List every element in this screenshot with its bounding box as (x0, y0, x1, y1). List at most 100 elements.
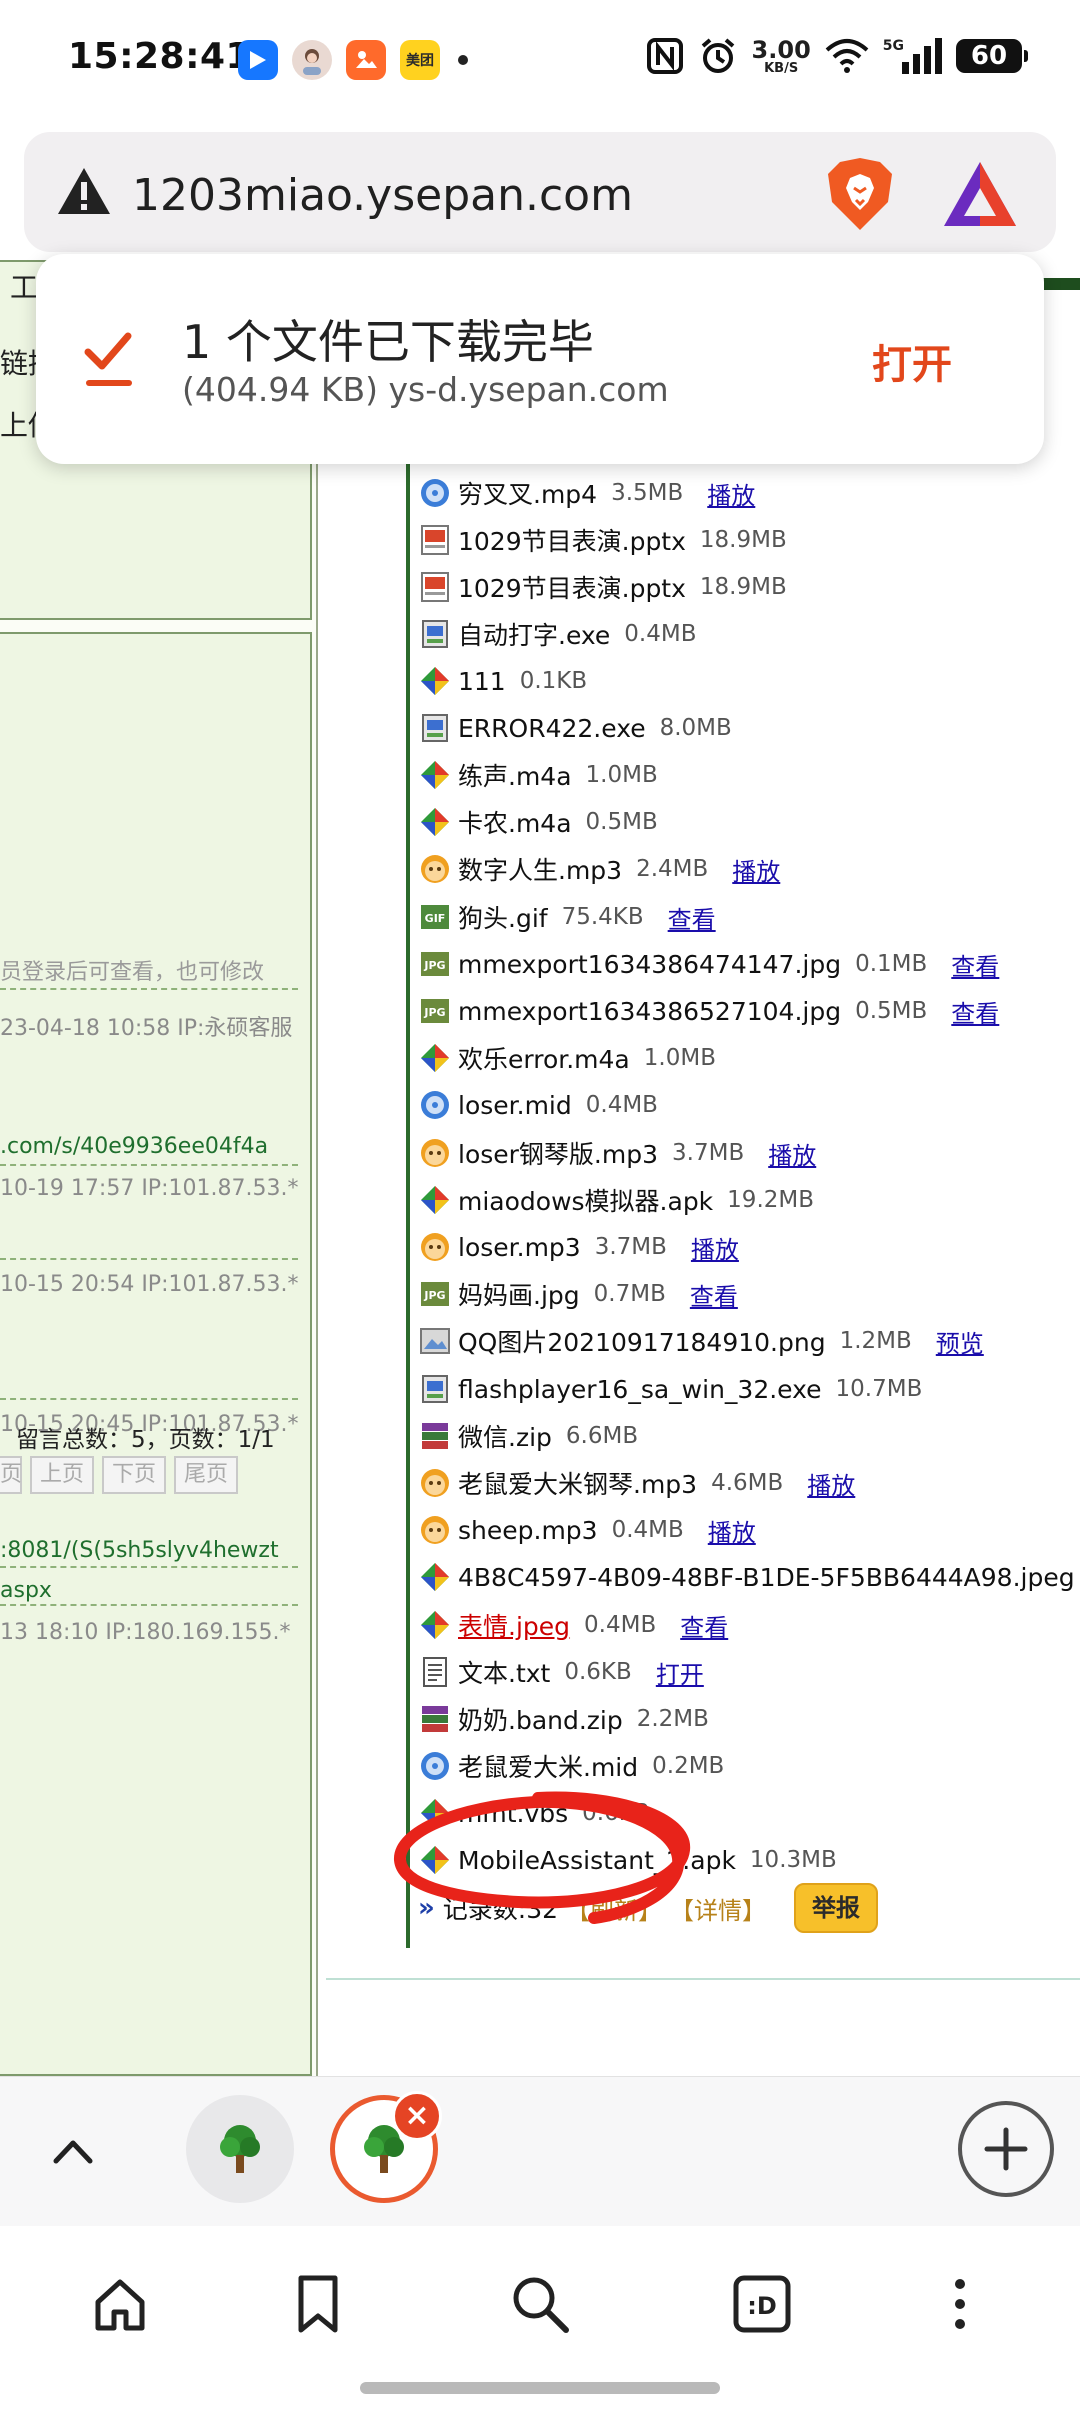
file-row: 穷叉叉.mp4 3.5MB 播放 (418, 470, 755, 516)
file-row: mmt.vbs 0.6KB (418, 1790, 650, 1836)
pager-next-button[interactable]: 下页 (102, 1456, 167, 1494)
file-name-link[interactable]: 欢乐error.m4a (458, 1040, 630, 1076)
avatar-app-icon (292, 40, 332, 80)
refresh-link[interactable]: 【刷新】 (566, 1891, 662, 1926)
pager-prev-button[interactable]: 上页 (30, 1456, 95, 1494)
url-bar[interactable]: 1203miao.ysepan.com (24, 132, 1056, 252)
message-meta: 23-04-18 10:58 IP:永硕客服 (0, 1016, 293, 1041)
file-name-link[interactable]: 奶奶.band.zip (458, 1701, 623, 1737)
file-name-link[interactable]: 练声.m4a (458, 757, 572, 793)
file-action-link[interactable]: 播放 (708, 1513, 756, 1548)
file-name-link[interactable]: 文本.txt (458, 1654, 550, 1690)
pager-first-button[interactable]: 页 (0, 1456, 22, 1494)
file-name-link[interactable]: QQ图片20210917184910.png (458, 1323, 826, 1359)
open-download-button[interactable]: 打开 (872, 332, 952, 390)
file-name-link[interactable]: flashplayer16_sa_win_32.exe (458, 1375, 822, 1404)
file-name-link[interactable]: 微信.zip (458, 1418, 552, 1454)
file-action-link[interactable]: 查看 (680, 1608, 728, 1643)
jpg-file-icon: JPG (418, 1277, 452, 1311)
file-size: 0.1MB (855, 951, 928, 977)
tree-favicon-icon (220, 2125, 260, 2173)
message-total: 留言总数：5，页数：1/1 (16, 1427, 275, 1453)
meituan-app-icon: 美团 (400, 40, 440, 80)
file-name-link[interactable]: loser.mp3 (458, 1233, 581, 1262)
more-icon (955, 2279, 965, 2329)
bookmarks-button[interactable] (278, 2264, 358, 2344)
brave-shields-icon[interactable] (824, 156, 896, 232)
file-name-link[interactable]: 老鼠爱大米.mid (458, 1748, 638, 1784)
file-name-link[interactable]: MobileAssistant_2.apk (458, 1846, 736, 1875)
file-row: flashplayer16_sa_win_32.exe 10.7MB (418, 1366, 922, 1412)
brave-rewards-icon[interactable] (942, 158, 1018, 230)
file-name-link[interactable]: miaodows模拟器.apk (458, 1182, 713, 1218)
message-link[interactable]: .com/s/40e9936ee04f4a (0, 1134, 298, 1159)
search-button[interactable] (500, 2264, 580, 2344)
file-name-link[interactable]: sheep.mp3 (458, 1516, 598, 1545)
file-name-link[interactable]: mmt.vbs (458, 1799, 568, 1828)
file-action-link[interactable]: 播放 (768, 1136, 816, 1171)
file-name-link[interactable]: 111 (458, 667, 506, 696)
message-link[interactable]: :8081/(S(5sh5slyv4hewzt (0, 1538, 298, 1563)
file-row: JPG mmexport1634386527104.jpg 0.5MB 查看 (418, 988, 999, 1034)
file-name-link[interactable]: loser钢琴版.mp3 (458, 1135, 658, 1171)
chevron-up-icon[interactable] (48, 2127, 98, 2177)
file-name-link[interactable]: 狗头.gif (458, 899, 548, 935)
battery-indicator: 60 (956, 39, 1028, 73)
file-size: 0.2MB (652, 1753, 725, 1779)
file-name-link[interactable]: 妈妈画.jpg (458, 1276, 580, 1312)
file-action-link[interactable]: 播放 (807, 1466, 855, 1501)
new-tab-button[interactable] (958, 2101, 1054, 2197)
tabs-button[interactable]: :D (722, 2264, 802, 2344)
video-file-icon (418, 1088, 452, 1122)
file-row: QQ图片20210917184910.png 1.2MB 预览 (418, 1318, 984, 1364)
url-text[interactable]: 1203miao.ysepan.com (132, 170, 633, 221)
file-name-link[interactable]: 表情.jpeg (458, 1607, 570, 1643)
file-action-link[interactable]: 播放 (691, 1230, 739, 1265)
cell-signal-icon: 5G (883, 38, 942, 74)
report-button[interactable]: 举报 (794, 1883, 879, 1933)
pager-last-button[interactable]: 尾页 (174, 1456, 239, 1494)
file-action-link[interactable]: 打开 (656, 1655, 704, 1690)
file-action-link[interactable]: 查看 (951, 994, 999, 1029)
file-row: 自动打字.exe 0.4MB (418, 611, 697, 657)
file-name-link[interactable]: ERROR422.exe (458, 714, 646, 743)
alarm-icon (701, 38, 734, 73)
guestbook-pager: 页 上页 下页 尾页 (0, 1456, 239, 1494)
file-action-link[interactable]: 查看 (690, 1277, 738, 1312)
bookmark-icon (298, 2275, 338, 2333)
generic-file-icon (418, 805, 452, 839)
file-name-link[interactable]: 数字人生.mp3 (458, 851, 622, 887)
file-name-link[interactable]: loser.mid (458, 1091, 572, 1120)
file-size: 0.4MB (585, 1092, 658, 1118)
more-button[interactable] (920, 2264, 1000, 2344)
file-name-link[interactable]: 1029节目表演.pptx (458, 569, 686, 605)
file-row: loser.mid 0.4MB (418, 1082, 658, 1128)
file-name-link[interactable]: 卡农.m4a (458, 804, 572, 840)
warning-triangle-icon[interactable] (56, 164, 112, 220)
tab-switcher-icon: :D (733, 2275, 791, 2333)
gif-file-icon: GIF (418, 900, 452, 934)
jpg-file-icon: JPG (418, 947, 452, 981)
tab-thumbnail[interactable] (186, 2095, 294, 2203)
network-type-label: 5G (882, 38, 904, 54)
file-name-link[interactable]: 自动打字.exe (458, 616, 610, 652)
file-row: 数字人生.mp3 2.4MB 播放 (418, 846, 780, 892)
file-action-link[interactable]: 查看 (668, 900, 716, 935)
file-name-link[interactable]: 老鼠爱大米钢琴.mp3 (458, 1465, 697, 1501)
divider (0, 1604, 298, 1606)
file-name-link[interactable]: mmexport1634386474147.jpg (458, 950, 841, 979)
file-action-link[interactable]: 播放 (732, 852, 780, 887)
close-tab-button[interactable]: × (392, 2091, 442, 2141)
file-action-link[interactable]: 预览 (936, 1324, 984, 1359)
svg-text:JPG: JPG (423, 1289, 445, 1302)
file-name-link[interactable]: 4B8C4597-4B09-48BF-B1DE-5F5BB6444A98.jpe… (458, 1563, 1075, 1592)
file-name-link[interactable]: mmexport1634386527104.jpg (458, 997, 841, 1026)
tab-switcher-label: :D (747, 2292, 777, 2320)
details-link[interactable]: 【详情】 (670, 1891, 766, 1926)
file-name-link[interactable]: 1029节目表演.pptx (458, 522, 686, 558)
home-button[interactable] (80, 2264, 160, 2344)
file-name-link[interactable]: 穷叉叉.mp4 (458, 475, 597, 511)
message-link[interactable]: aspx (0, 1578, 298, 1603)
file-action-link[interactable]: 查看 (951, 947, 999, 982)
file-action-link[interactable]: 播放 (707, 476, 755, 511)
